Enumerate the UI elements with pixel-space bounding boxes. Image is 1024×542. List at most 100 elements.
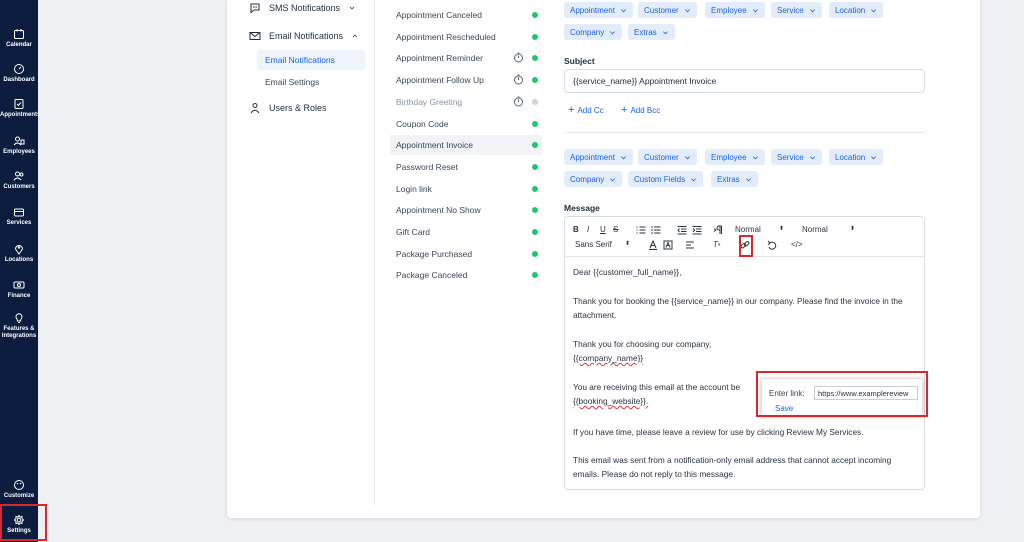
status-dot <box>532 250 538 257</box>
nav-customers[interactable]: Customers <box>0 170 38 191</box>
add-bcc-button[interactable]: + Add Bcc <box>621 104 660 116</box>
chip-appointment[interactable]: Appointment <box>564 149 633 165</box>
status-dot <box>532 207 538 214</box>
mail-icon <box>249 32 261 40</box>
notification-label: Password Reset <box>396 161 458 172</box>
notification-item[interactable]: Appointment Invoice <box>390 135 542 156</box>
left-navigation: Calendar Dashboard Appointments Employee… <box>0 0 40 542</box>
notification-item[interactable]: Appointment Rescheduled <box>390 27 542 47</box>
strike-button[interactable]: S <box>613 225 618 234</box>
clear-format-button[interactable]: Tx <box>713 240 720 249</box>
indent-icon <box>692 226 702 235</box>
notification-label: Appointment Follow Up <box>396 75 484 86</box>
background-color-button[interactable] <box>663 240 673 250</box>
underline-button[interactable]: U <box>600 225 606 234</box>
chip-customer[interactable]: Customer <box>638 2 697 18</box>
bullet-list-button[interactable] <box>651 225 661 235</box>
chevron-down-icon <box>662 30 668 34</box>
chip-custom-fields[interactable]: Custom Fields <box>628 171 704 187</box>
features-icon <box>15 313 23 323</box>
subject-input[interactable]: {{service_name}} Appointment Invoice <box>564 69 925 93</box>
submenu-email-notifications[interactable]: Email Notifications <box>257 50 365 70</box>
notification-item[interactable]: Package Purchased <box>390 244 542 264</box>
notification-label: Gift Card <box>396 227 431 237</box>
nav-employees[interactable]: Employees <box>0 135 38 156</box>
chip-employee[interactable]: Employee <box>705 2 765 18</box>
chevron-down-icon <box>620 8 626 12</box>
notification-item[interactable]: Gift Card <box>390 222 542 242</box>
status-dot <box>532 185 538 192</box>
notification-item[interactable]: Appointment Reminder <box>390 48 542 68</box>
updown-icon: ⬍ <box>625 241 631 247</box>
chip-service[interactable]: Service <box>771 149 822 165</box>
text-color-button[interactable] <box>648 240 658 250</box>
sidemenu-users-roles[interactable]: Users & Roles <box>249 102 327 114</box>
notification-item[interactable]: Coupon Code <box>390 114 542 134</box>
nav-customize[interactable]: Customize <box>0 479 38 500</box>
notification-item[interactable]: Password Reset <box>390 157 542 177</box>
user-icon <box>250 103 260 114</box>
bold-button[interactable]: B <box>573 225 579 234</box>
nav-finance[interactable]: Finance <box>0 279 38 300</box>
chip-extras[interactable]: Extras <box>628 24 675 40</box>
align-icon <box>686 241 694 249</box>
status-dot <box>532 33 538 40</box>
notification-item[interactable]: Appointment Follow Up <box>390 70 542 90</box>
italic-button[interactable]: I <box>587 225 589 234</box>
notification-label: Appointment Canceled <box>396 10 483 20</box>
nav-appointments[interactable]: Appointments <box>0 98 40 119</box>
nav-calendar[interactable]: Calendar <box>0 28 38 49</box>
chip-location[interactable]: Location <box>829 149 884 165</box>
body-paragraph-2: Thank you for booking the {{service_name… <box>573 296 903 320</box>
chip-appointment[interactable]: Appointment <box>564 2 633 18</box>
highlight-icon <box>663 240 673 250</box>
notification-item[interactable]: Login link <box>390 179 542 199</box>
timer-icon <box>514 52 523 63</box>
notification-label: Birthday Greeting <box>396 96 463 107</box>
outdent-icon <box>677 226 687 235</box>
plus-icon: + <box>621 104 628 116</box>
notification-item[interactable]: Package Canceled <box>390 265 542 285</box>
header-select[interactable]: Normal ⬍ <box>802 225 855 234</box>
services-icon <box>14 208 24 217</box>
nav-services[interactable]: Services <box>0 206 38 227</box>
chip-company[interactable]: Company <box>564 24 623 40</box>
sidemenu-sms-notifications[interactable]: SMS Notifications <box>249 2 356 14</box>
undo-button[interactable] <box>767 240 777 250</box>
notification-item[interactable]: Birthday Greeting <box>390 92 542 112</box>
font-select[interactable]: Sans Serif ⬍ <box>575 240 635 249</box>
chip-extras[interactable]: Extras <box>711 171 758 187</box>
nav-dashboard[interactable]: Dashboard <box>0 63 38 84</box>
finance-icon <box>13 281 25 289</box>
notification-label: Login link <box>396 183 432 194</box>
chip-customer[interactable]: Customer <box>638 149 697 165</box>
chip-service[interactable]: Service <box>771 2 822 18</box>
notification-label: Appointment Reminder <box>396 53 483 64</box>
sidemenu-email-notifications[interactable]: Email Notifications <box>249 30 359 42</box>
chevron-down-icon <box>752 155 758 159</box>
chevron-down-icon <box>691 177 697 181</box>
submenu-email-settings[interactable]: Email Settings <box>257 72 365 92</box>
nav-locations[interactable]: Locations <box>0 243 38 264</box>
notification-item[interactable]: Appointment No Show <box>390 200 542 220</box>
notification-item[interactable]: Appointment Canceled <box>390 5 542 25</box>
align-button[interactable] <box>685 240 695 250</box>
text-direction-button[interactable] <box>713 225 723 235</box>
chip-employee[interactable]: Employee <box>705 149 765 165</box>
code-button[interactable]: </> <box>791 240 803 249</box>
indent-button[interactable] <box>692 225 702 235</box>
chip-company[interactable]: Company <box>564 171 623 187</box>
status-dot <box>532 120 538 127</box>
size-select[interactable]: Normal ⬍ <box>735 225 785 234</box>
chip-location[interactable]: Location <box>829 2 884 18</box>
outdent-button[interactable] <box>677 225 687 235</box>
notification-label: Coupon Code <box>396 118 449 129</box>
chevron-down-icon <box>809 8 815 12</box>
text-color-icon <box>649 240 657 250</box>
status-dot <box>532 229 538 235</box>
add-cc-button[interactable]: + Add Cc <box>568 104 604 116</box>
calendar-icon <box>14 29 24 39</box>
settings-highlight <box>0 504 47 541</box>
ordered-list-button[interactable] <box>636 225 646 235</box>
nav-features-integrations[interactable]: Features & Integrations <box>0 312 38 340</box>
